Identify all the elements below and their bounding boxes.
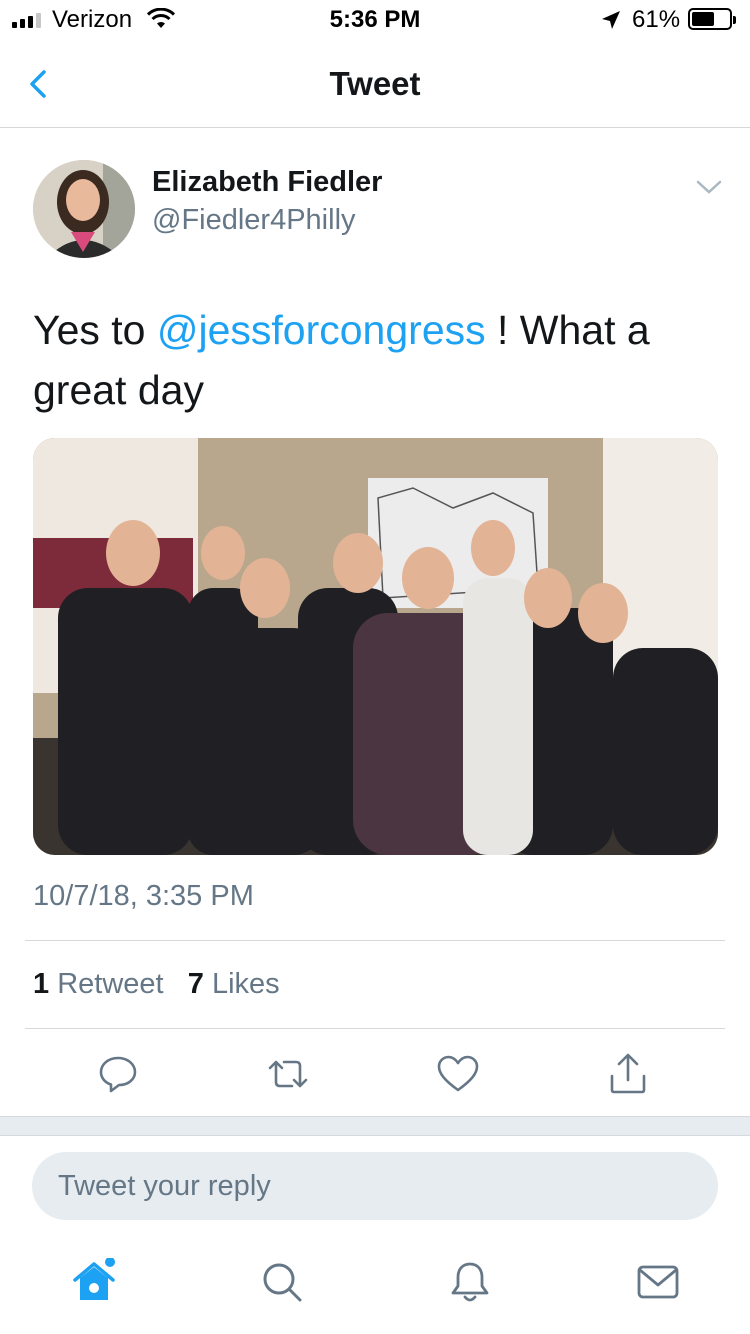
retweet-button[interactable] bbox=[264, 1050, 312, 1098]
divider bbox=[25, 940, 725, 941]
tweet-photo[interactable] bbox=[33, 438, 718, 855]
tweet-text-before: Yes to bbox=[33, 307, 157, 353]
mention-link[interactable]: @jessforcongress bbox=[157, 307, 486, 353]
like-button[interactable] bbox=[434, 1050, 482, 1098]
user-handle[interactable]: @Fiedler4Philly bbox=[152, 204, 356, 237]
reply-input[interactable]: Tweet your reply bbox=[32, 1152, 718, 1220]
retweet-count: 1 bbox=[33, 968, 50, 1000]
retweets-stat[interactable]: 1 Retweet bbox=[33, 968, 164, 1000]
avatar[interactable] bbox=[33, 160, 135, 258]
location-arrow-icon bbox=[602, 11, 620, 29]
status-bar: Verizon 5:36 PM 61% bbox=[0, 0, 750, 40]
messages-icon bbox=[637, 1265, 679, 1299]
display-name[interactable]: Elizabeth Fiedler bbox=[152, 166, 382, 199]
tab-search[interactable] bbox=[258, 1258, 306, 1306]
tab-home[interactable] bbox=[70, 1257, 118, 1306]
retweet-label: Retweet bbox=[57, 968, 164, 1000]
search-icon bbox=[263, 1263, 302, 1302]
reply-button[interactable] bbox=[94, 1050, 142, 1098]
like-count: 7 bbox=[187, 968, 204, 1000]
group-photo-image bbox=[33, 438, 718, 855]
notifications-icon bbox=[451, 1262, 489, 1302]
tab-notifications[interactable] bbox=[446, 1258, 494, 1306]
tweet-timestamp: 10/7/18, 3:35 PM bbox=[33, 880, 254, 912]
avatar-image bbox=[33, 160, 135, 258]
tab-messages[interactable] bbox=[634, 1258, 682, 1306]
likes-stat[interactable]: 7 Likes bbox=[188, 968, 280, 1000]
tab-bar bbox=[0, 1236, 750, 1334]
reply-icon bbox=[99, 1056, 137, 1093]
share-icon bbox=[610, 1053, 646, 1094]
retweet-icon bbox=[268, 1060, 308, 1088]
tweet-options-button[interactable] bbox=[694, 176, 724, 198]
tweet-actions bbox=[0, 1050, 750, 1098]
battery-percent: 61% bbox=[632, 6, 681, 33]
divider bbox=[25, 1028, 725, 1029]
tweet-text: Yes to @jessforcongress ! What a great d… bbox=[33, 300, 723, 420]
battery-icon bbox=[688, 8, 736, 30]
like-icon bbox=[437, 1055, 479, 1092]
like-label: Likes bbox=[211, 968, 280, 1000]
share-button[interactable] bbox=[604, 1050, 652, 1098]
section-separator bbox=[0, 1116, 750, 1136]
chevron-down-icon bbox=[696, 180, 722, 194]
nav-bar: Tweet bbox=[0, 40, 750, 128]
home-icon bbox=[73, 1257, 115, 1300]
reply-placeholder: Tweet your reply bbox=[58, 1170, 271, 1202]
tweet-stats: 1 Retweet 7 Likes bbox=[33, 968, 280, 1001]
page-title: Tweet bbox=[329, 65, 421, 102]
